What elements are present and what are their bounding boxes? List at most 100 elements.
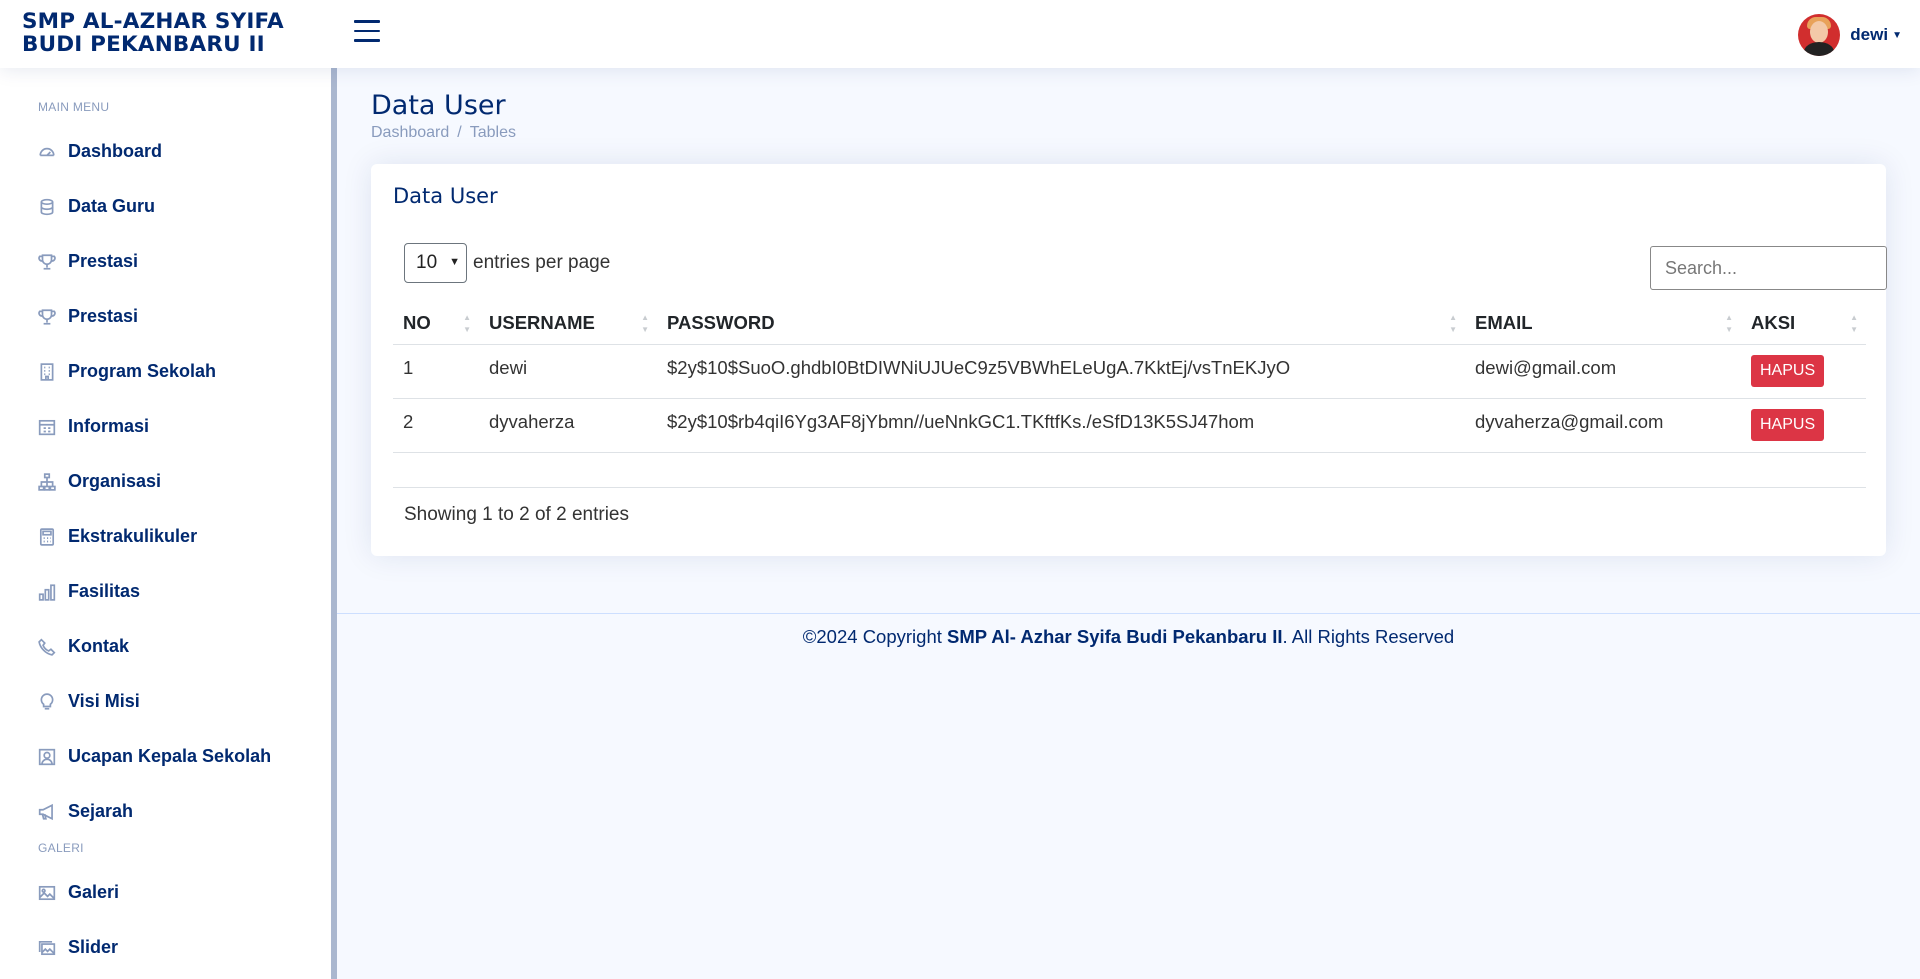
breadcrumb-tables: Tables [469, 124, 516, 141]
bar-chart-icon [38, 583, 56, 601]
entries-info: Showing 1 to 2 of 2 entries [404, 504, 629, 525]
lightbulb-icon [38, 692, 56, 711]
sidebar-item-ucapan-kepala-sekolah[interactable]: Ucapan Kepala Sekolah [38, 729, 331, 784]
trophy-icon [38, 253, 56, 271]
sidebar-item-label: Informasi [68, 416, 150, 436]
sidebar-item-label: Fasilitas [68, 581, 141, 601]
cell-username: dyvaherza [479, 398, 657, 453]
diagram-icon [38, 472, 56, 491]
breadcrumb-dashboard[interactable]: Dashboard [371, 124, 449, 142]
column-header-email[interactable]: EMAIL ▲ ▼ [1465, 302, 1741, 345]
card-title: Data User [393, 184, 498, 208]
site-logo[interactable]: SMP AL-AZHAR SYIFA BUDI PEKANBARU II [22, 10, 322, 56]
sidebar-item-label: Visi Misi [68, 691, 140, 711]
sidebar-item-label: Prestasi [68, 251, 139, 271]
sort-icon: ▲ ▼ [641, 313, 649, 334]
sidebar: MAIN MENU Dashboard Data Guru Prestasi P… [0, 68, 337, 979]
sidebar-item-label: Ucapan Kepala Sekolah [68, 746, 272, 766]
sidebar-item-galeri[interactable]: Galeri [38, 865, 331, 920]
images-icon [38, 939, 56, 957]
sidebar-item-sejarah[interactable]: Sejarah [38, 784, 331, 839]
search-input[interactable] [1650, 246, 1887, 290]
main-content: Data User Dashboard / Tables Data User 1… [337, 68, 1920, 979]
delete-button[interactable]: HAPUS [1751, 408, 1825, 441]
calendar-icon [38, 418, 56, 436]
sidebar-item-program-sekolah[interactable]: Program Sekolah [38, 344, 331, 399]
user-table: NO ▲ ▼ USERNAME ▲ ▼ PASSWORD ▲ ▼ EMAIL ▲ ▼ AKSI ▲… [393, 302, 1866, 453]
per-page-value: 10 [416, 252, 438, 273]
sidebar-item-visi-misi[interactable]: Visi Misi [38, 674, 331, 729]
sidebar-item-label: Kontak [68, 636, 130, 656]
sidebar-item-prestasi[interactable]: Prestasi [38, 234, 331, 289]
column-header-password[interactable]: PASSWORD ▲ ▼ [657, 302, 1465, 345]
cell-no: 1 [393, 344, 479, 399]
caret-down-icon: ▼ [1892, 29, 1902, 41]
sort-icon: ▲ ▼ [1725, 313, 1733, 334]
column-header-no[interactable]: NO ▲ ▼ [393, 302, 479, 345]
trophy-icon [38, 308, 56, 326]
sidebar-item-dashboard[interactable]: Dashboard [38, 124, 331, 179]
sidebar-item-label: Slider [68, 937, 119, 957]
breadcrumb: Dashboard / Tables [371, 124, 516, 142]
footer-suffix: . All Rights Reserved [1282, 626, 1455, 647]
table-header-row: NO ▲ ▼ USERNAME ▲ ▼ PASSWORD ▲ ▼ EMAIL ▲ ▼ AKSI ▲… [393, 302, 1866, 345]
sidebar-item-label: Organisasi [68, 471, 162, 491]
sidebar-item-label: Sejarah [68, 801, 134, 821]
sidebar-item-informasi[interactable]: Informasi [38, 399, 331, 454]
column-header-username[interactable]: USERNAME ▲ ▼ [479, 302, 657, 345]
cell-email: dyvaherza@gmail.com [1465, 398, 1741, 453]
sort-icon: ▲ ▼ [1449, 313, 1457, 334]
sidebar-item-label: Galeri [68, 882, 120, 902]
sidebar-heading-main: MAIN MENU [38, 100, 110, 114]
calculator-icon [38, 527, 56, 546]
chevron-down-icon: ▼ [449, 256, 460, 268]
sidebar-item-slider[interactable]: Slider [38, 920, 331, 975]
menu-toggle-icon[interactable] [354, 20, 380, 44]
sidebar-item-label: Prestasi [68, 306, 139, 326]
footer-org: SMP Al- Azhar Syifa Budi Pekanbaru II [947, 626, 1283, 647]
sidebar-item-label: Dashboard [68, 141, 163, 161]
database-icon [38, 198, 56, 216]
megaphone-icon [38, 803, 56, 821]
breadcrumb-separator: / [457, 124, 462, 141]
cell-password: $2y$10$rb4qiI6Yg3AF8jYbmn//ueNnkGC1.TKft… [657, 398, 1465, 453]
sidebar-item-label: Data Guru [68, 196, 156, 216]
cell-email: dewi@gmail.com [1465, 344, 1741, 399]
per-page-control: 10 ▼ entries per page [404, 243, 610, 283]
table-row: 1 dewi $2y$10$SuoO.ghdbI0BtDIWNiUJUeC9z5… [393, 344, 1866, 399]
footer: ©2024 Copyright SMP Al- Azhar Syifa Budi… [337, 613, 1920, 648]
sidebar-item-organisasi[interactable]: Organisasi [38, 454, 331, 509]
cell-username: dewi [479, 344, 657, 399]
sidebar-item-prestasi-2[interactable]: Prestasi [38, 289, 331, 344]
cell-aksi: HAPUS [1741, 344, 1866, 399]
sidebar-item-label: Program Sekolah [68, 361, 217, 381]
profile-name: dewi [1850, 25, 1889, 44]
avatar [1798, 14, 1841, 56]
top-header: SMP AL-AZHAR SYIFA BUDI PEKANBARU II dew… [0, 0, 1920, 68]
cell-no: 2 [393, 398, 479, 453]
person-square-icon [38, 748, 56, 766]
phone-icon [38, 637, 56, 656]
per-page-label: entries per page [473, 252, 611, 273]
profile-dropdown[interactable]: dewi ▼ [1798, 14, 1902, 56]
sidebar-item-ekstrakulikuler[interactable]: Ekstrakulikuler [38, 509, 331, 564]
cell-password: $2y$10$SuoO.ghdbI0BtDIWNiUJUeC9z5VBWhELe… [657, 344, 1465, 399]
building-icon [38, 362, 56, 381]
sidebar-item-fasilitas[interactable]: Fasilitas [38, 564, 331, 619]
data-user-card: Data User 10 ▼ entries per page NO▲▼ USE… [371, 164, 1887, 556]
dashboard-icon [38, 143, 56, 161]
page-title: Data User [371, 90, 506, 121]
delete-button[interactable]: HAPUS [1751, 354, 1825, 387]
footer-prefix: ©2024 Copyright [802, 626, 948, 647]
table-row: 2 dyvaherza $2y$10$rb4qiI6Yg3AF8jYbmn//u… [393, 398, 1866, 453]
image-icon [38, 884, 56, 902]
column-header-aksi[interactable]: AKSI ▲ ▼ [1741, 302, 1866, 345]
sidebar-item-data-guru[interactable]: Data Guru [38, 179, 331, 234]
sidebar-item-kontak[interactable]: Kontak [38, 619, 331, 674]
cell-aksi: HAPUS [1741, 398, 1866, 453]
per-page-select[interactable]: 10 ▼ [404, 243, 467, 283]
sidebar-item-label: Ekstrakulikuler [68, 526, 198, 546]
sort-icon: ▲ ▼ [463, 313, 471, 334]
sidebar-heading-gallery: GALERI [38, 841, 84, 855]
logo-line-1: SMP AL-AZHAR SYIFA [22, 9, 284, 34]
